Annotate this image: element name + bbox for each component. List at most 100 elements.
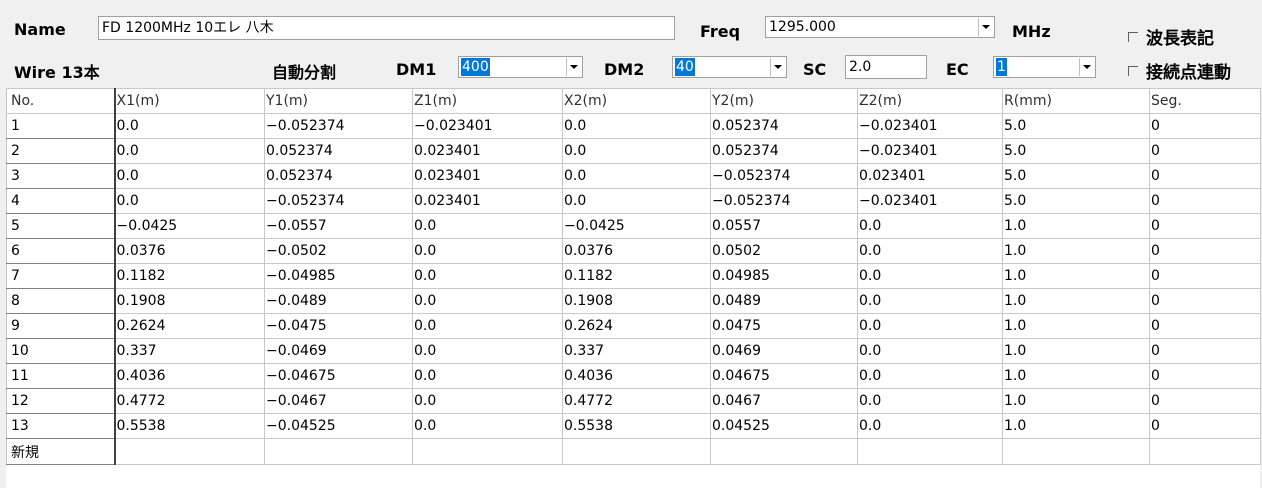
new-row-cell[interactable] bbox=[562, 438, 711, 465]
col-header-x1[interactable]: X1(m) bbox=[114, 88, 265, 114]
new-row[interactable]: 新規 bbox=[6, 438, 1261, 465]
table-row[interactable]: 4 0.0 −0.052374 0.023401 0.0 −0.052374 −0.0234… bbox=[6, 188, 1261, 214]
col-header-no[interactable]: No. bbox=[6, 88, 116, 114]
cell-seg[interactable]: 0 bbox=[1149, 138, 1261, 164]
cell-seg[interactable]: 0 bbox=[1149, 188, 1261, 214]
freq-select[interactable]: 1295.000 bbox=[765, 16, 995, 38]
cell-z1[interactable]: 0.0 bbox=[412, 363, 563, 389]
row-header[interactable]: 12 bbox=[6, 388, 116, 414]
cell-r[interactable]: 1.0 bbox=[1002, 413, 1150, 439]
row-header[interactable]: 10 bbox=[6, 338, 116, 364]
dm2-select[interactable]: 40 bbox=[672, 56, 787, 78]
cell-x2[interactable]: 0.5538 bbox=[562, 413, 711, 439]
cell-x1[interactable]: 0.0 bbox=[114, 163, 265, 189]
cell-x1[interactable]: 0.0376 bbox=[114, 238, 265, 264]
cell-x1[interactable]: 0.0 bbox=[114, 113, 265, 139]
cell-seg[interactable]: 0 bbox=[1149, 338, 1261, 364]
cell-z2[interactable]: 0.0 bbox=[857, 263, 1003, 289]
cell-y2[interactable]: 0.0502 bbox=[710, 238, 858, 264]
row-header[interactable]: 9 bbox=[6, 313, 116, 339]
table-row[interactable]: 12 0.4772 −0.0467 0.0 0.4772 0.0467 0.0 1.0 0 bbox=[6, 388, 1261, 414]
cell-x2[interactable]: 0.0 bbox=[562, 163, 711, 189]
cell-seg[interactable]: 0 bbox=[1149, 313, 1261, 339]
cell-seg[interactable]: 0 bbox=[1149, 113, 1261, 139]
cell-r[interactable]: 1.0 bbox=[1002, 263, 1150, 289]
cell-y2[interactable]: 0.052374 bbox=[710, 138, 858, 164]
sc-input[interactable]: 2.0 bbox=[845, 55, 927, 79]
new-row-cell[interactable] bbox=[710, 438, 858, 465]
name-input[interactable]: FD 1200MHz 10エレ 八木 bbox=[98, 16, 675, 40]
link-checkbox[interactable]: 接続点連動 bbox=[1128, 58, 1231, 83]
row-header[interactable]: 1 bbox=[6, 113, 116, 139]
cell-y2[interactable]: 0.0489 bbox=[710, 288, 858, 314]
cell-z1[interactable]: 0.0 bbox=[412, 288, 563, 314]
cell-z2[interactable]: −0.023401 bbox=[857, 113, 1003, 139]
row-header[interactable]: 3 bbox=[6, 163, 116, 189]
row-header[interactable]: 11 bbox=[6, 363, 116, 389]
cell-x2[interactable]: 0.0 bbox=[562, 113, 711, 139]
table-row[interactable]: 10 0.337 −0.0469 0.0 0.337 0.0469 0.0 1.0 0 bbox=[6, 338, 1261, 364]
cell-y2[interactable]: −0.052374 bbox=[710, 188, 858, 214]
cell-r[interactable]: 5.0 bbox=[1002, 163, 1150, 189]
wavelength-checkbox[interactable]: 波長表記 bbox=[1128, 24, 1214, 49]
cell-x2[interactable]: 0.1182 bbox=[562, 263, 711, 289]
cell-seg[interactable]: 0 bbox=[1149, 388, 1261, 414]
cell-y1[interactable]: 0.052374 bbox=[264, 138, 413, 164]
new-row-header[interactable]: 新規 bbox=[6, 438, 116, 465]
ec-select[interactable]: 1 bbox=[993, 56, 1096, 78]
col-header-y1[interactable]: Y1(m) bbox=[264, 88, 413, 114]
cell-seg[interactable]: 0 bbox=[1149, 213, 1261, 239]
cell-r[interactable]: 5.0 bbox=[1002, 113, 1150, 139]
row-header[interactable]: 7 bbox=[6, 263, 116, 289]
table-row[interactable]: 7 0.1182 −0.04985 0.0 0.1182 0.04985 0.0 1.0 0 bbox=[6, 263, 1261, 289]
cell-z2[interactable]: 0.0 bbox=[857, 238, 1003, 264]
chevron-down-icon[interactable] bbox=[566, 58, 581, 76]
cell-y1[interactable]: 0.052374 bbox=[264, 163, 413, 189]
cell-x1[interactable]: 0.1182 bbox=[114, 263, 265, 289]
cell-y1[interactable]: −0.052374 bbox=[264, 188, 413, 214]
cell-r[interactable]: 1.0 bbox=[1002, 213, 1150, 239]
cell-z2[interactable]: −0.023401 bbox=[857, 138, 1003, 164]
row-header[interactable]: 8 bbox=[6, 288, 116, 314]
cell-y2[interactable]: 0.04985 bbox=[710, 263, 858, 289]
table-row[interactable]: 1 0.0 −0.052374 −0.023401 0.0 0.052374 −0.0234… bbox=[6, 113, 1261, 139]
cell-x1[interactable]: 0.2624 bbox=[114, 313, 265, 339]
chevron-down-icon[interactable] bbox=[770, 58, 785, 76]
cell-z2[interactable]: 0.0 bbox=[857, 388, 1003, 414]
cell-y1[interactable]: −0.0502 bbox=[264, 238, 413, 264]
row-header[interactable]: 2 bbox=[6, 138, 116, 164]
cell-x2[interactable]: 0.337 bbox=[562, 338, 711, 364]
cell-r[interactable]: 1.0 bbox=[1002, 388, 1150, 414]
new-row-cell[interactable] bbox=[857, 438, 1003, 465]
row-header[interactable]: 13 bbox=[6, 413, 116, 439]
col-header-z2[interactable]: Z2(m) bbox=[857, 88, 1003, 114]
cell-y2[interactable]: 0.04675 bbox=[710, 363, 858, 389]
cell-seg[interactable]: 0 bbox=[1149, 163, 1261, 189]
cell-z1[interactable]: 0.0 bbox=[412, 338, 563, 364]
cell-z1[interactable]: 0.0 bbox=[412, 213, 563, 239]
cell-x2[interactable]: 0.4772 bbox=[562, 388, 711, 414]
col-header-seg[interactable]: Seg. bbox=[1149, 88, 1261, 114]
cell-r[interactable]: 1.0 bbox=[1002, 238, 1150, 264]
col-header-r[interactable]: R(mm) bbox=[1002, 88, 1150, 114]
cell-z2[interactable]: 0.023401 bbox=[857, 163, 1003, 189]
new-row-cell[interactable] bbox=[1149, 438, 1261, 465]
cell-y1[interactable]: −0.04985 bbox=[264, 263, 413, 289]
new-row-cell[interactable] bbox=[114, 438, 265, 465]
cell-r[interactable]: 1.0 bbox=[1002, 363, 1150, 389]
col-header-z1[interactable]: Z1(m) bbox=[412, 88, 563, 114]
cell-z1[interactable]: 0.023401 bbox=[412, 188, 563, 214]
cell-y2[interactable]: −0.052374 bbox=[710, 163, 858, 189]
chevron-down-icon[interactable] bbox=[1079, 58, 1094, 76]
cell-y1[interactable]: −0.052374 bbox=[264, 113, 413, 139]
cell-y2[interactable]: 0.052374 bbox=[710, 113, 858, 139]
cell-y1[interactable]: −0.0557 bbox=[264, 213, 413, 239]
cell-y2[interactable]: 0.0467 bbox=[710, 388, 858, 414]
cell-z2[interactable]: 0.0 bbox=[857, 338, 1003, 364]
cell-seg[interactable]: 0 bbox=[1149, 413, 1261, 439]
col-header-x2[interactable]: X2(m) bbox=[562, 88, 711, 114]
cell-x1[interactable]: −0.0425 bbox=[114, 213, 265, 239]
cell-seg[interactable]: 0 bbox=[1149, 238, 1261, 264]
cell-seg[interactable]: 0 bbox=[1149, 288, 1261, 314]
cell-seg[interactable]: 0 bbox=[1149, 363, 1261, 389]
